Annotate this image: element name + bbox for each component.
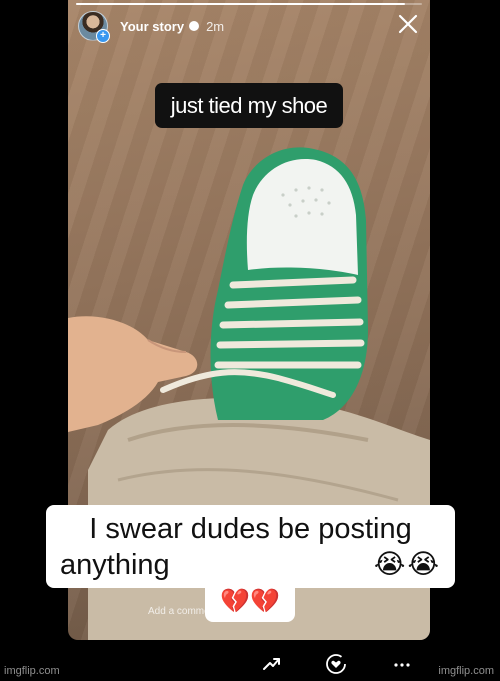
avatar[interactable]: + (78, 11, 110, 43)
meme-caption-line2: anything (60, 549, 170, 581)
close-icon[interactable] (396, 12, 420, 36)
story-timestamp: 2m (206, 18, 225, 34)
broken-heart-emojis: 💔💔 (205, 586, 295, 622)
watermark-right: imgflip.com (438, 665, 494, 677)
story-progress-bar (76, 3, 422, 5)
meme-caption-line1: I swear dudes be posting (89, 513, 412, 545)
watermark-left: imgflip.com (4, 665, 60, 677)
crying-emojis: 😭😭 (373, 549, 441, 580)
add-story-icon: + (96, 29, 110, 43)
trending-arrow-icon[interactable] (262, 654, 282, 674)
meme-caption-box: I swear dudes be posting anything 😭😭 (46, 505, 455, 588)
story-header: + Your story 2m (78, 10, 420, 43)
more-dots-icon[interactable] (394, 662, 410, 668)
verified-icon (189, 21, 200, 31)
heart-activity-icon[interactable] (324, 652, 348, 676)
meme-caption-line2-row: anything 😭😭 (60, 547, 441, 583)
story-bottom-bar (68, 640, 430, 681)
story-username[interactable]: Your story (120, 19, 184, 34)
story-progress-fill (76, 3, 405, 5)
story-caption: just tied my shoe (155, 83, 343, 128)
